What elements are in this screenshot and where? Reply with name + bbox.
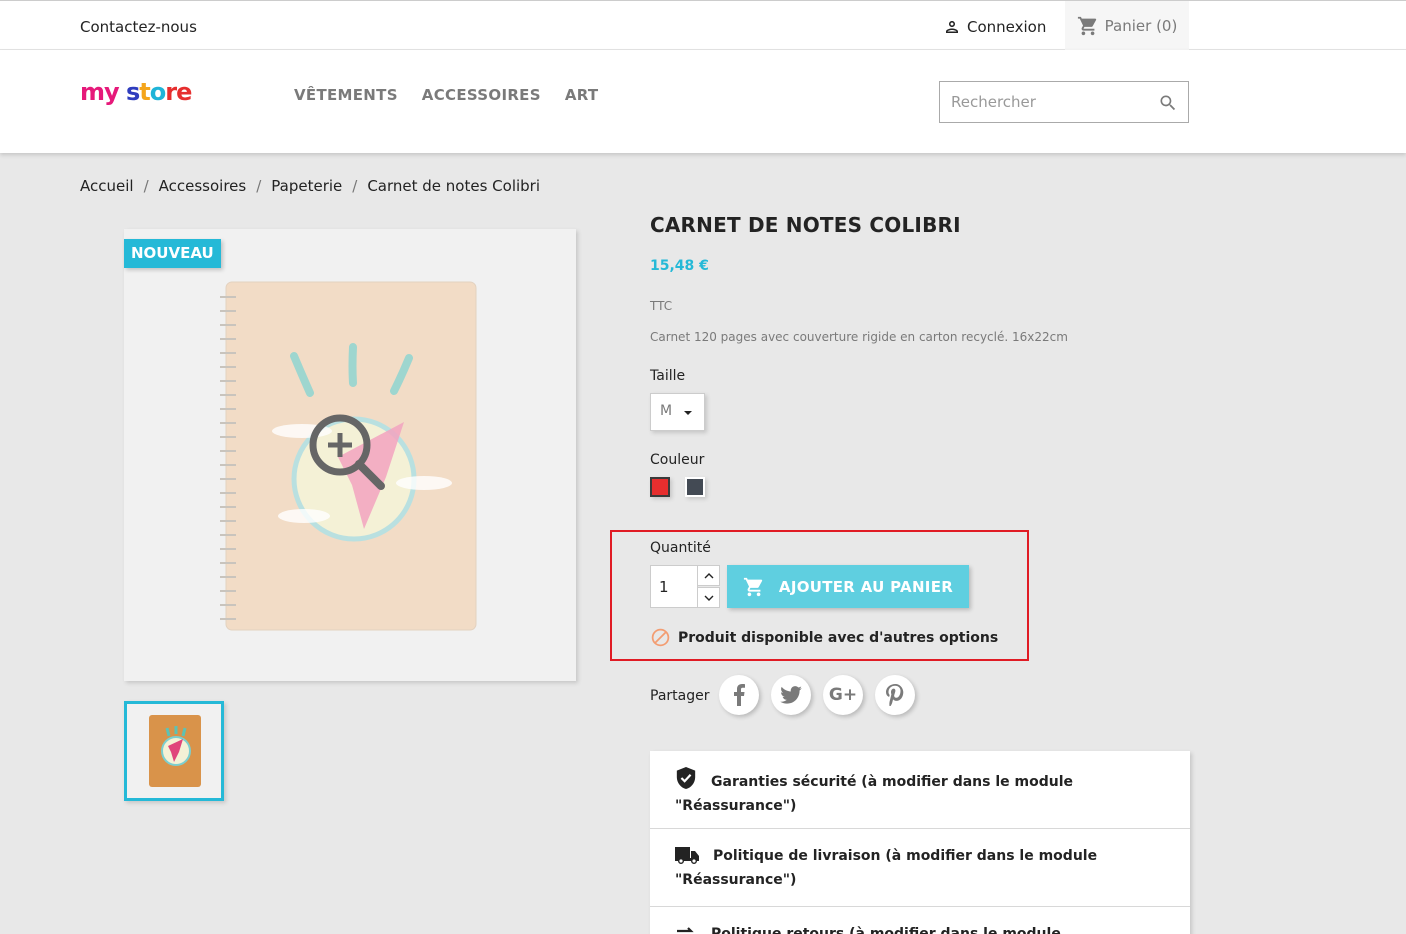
search-box bbox=[939, 81, 1189, 123]
reassurance-item: Politique de livraison (à modifier dans … bbox=[650, 829, 1190, 907]
reassurance-item: Politique retours (à modifier dans le mo… bbox=[650, 907, 1190, 934]
cart-button[interactable]: Panier (0) bbox=[1065, 1, 1189, 50]
breadcrumb-item-current: Carnet de notes Colibri bbox=[367, 177, 541, 195]
color-swatch-red[interactable] bbox=[650, 477, 670, 497]
facebook-icon bbox=[734, 684, 745, 706]
reassurance-text: Politique retours (à modifier dans le mo… bbox=[711, 926, 1061, 934]
product-title: CARNET DE NOTES COLIBRI bbox=[650, 213, 961, 237]
nav-item-vetements[interactable]: VÊTEMENTS bbox=[294, 86, 398, 104]
product-thumbnail[interactable] bbox=[124, 701, 224, 801]
logo-part: s bbox=[118, 78, 140, 106]
logo-part: re bbox=[165, 78, 192, 106]
user-icon bbox=[946, 21, 958, 33]
thumbnail-image bbox=[149, 715, 201, 787]
login-link[interactable]: Connexion bbox=[943, 16, 1046, 38]
cart-icon bbox=[1077, 16, 1096, 35]
chevron-down-icon bbox=[704, 595, 713, 601]
login-label: Connexion bbox=[967, 18, 1047, 36]
color-swatch-dark-grey[interactable] bbox=[685, 477, 705, 497]
new-badge: NOUVEAU bbox=[124, 239, 221, 268]
size-label: Taille bbox=[650, 368, 686, 384]
breadcrumb-separator: / bbox=[256, 177, 262, 195]
breadcrumb-separator: / bbox=[143, 177, 149, 195]
chevron-up-icon bbox=[704, 572, 713, 578]
notebook-illustration bbox=[220, 281, 477, 631]
size-select[interactable]: M bbox=[650, 393, 705, 431]
reassurance-text: "Réassurance") bbox=[675, 872, 797, 888]
product-description: Carnet 120 pages avec couverture rigide … bbox=[650, 330, 1068, 344]
add-to-cart-button[interactable]: AJOUTER AU PANIER bbox=[727, 565, 969, 608]
product-price: 15,48 € bbox=[650, 258, 709, 274]
reassurance-block: Garanties sécurité (à modifier dans le m… bbox=[650, 751, 1190, 934]
pinterest-icon bbox=[886, 684, 904, 706]
logo-part: o bbox=[149, 78, 166, 106]
twitter-share-button[interactable] bbox=[771, 675, 811, 715]
google-plus-share-button[interactable]: G+ bbox=[823, 675, 863, 715]
chevron-down-icon bbox=[684, 411, 692, 415]
nav-item-art[interactable]: ART bbox=[565, 86, 599, 104]
add-to-cart-label: AJOUTER AU PANIER bbox=[778, 577, 954, 596]
quantity-input[interactable]: 1 bbox=[650, 565, 698, 608]
breadcrumb-item[interactable]: Accessoires bbox=[159, 177, 247, 195]
breadcrumb-item[interactable]: Papeterie bbox=[271, 177, 342, 195]
logo-part: my bbox=[80, 78, 120, 106]
search-input[interactable] bbox=[940, 82, 1150, 122]
reassurance-text: Garanties sécurité (à modifier dans le m… bbox=[711, 774, 1074, 790]
quantity-decrement-button[interactable] bbox=[697, 587, 720, 608]
share-label: Partager bbox=[650, 688, 710, 704]
reassurance-text: "Réassurance") bbox=[675, 798, 797, 814]
main-nav: VÊTEMENTS ACCESSOIRES ART bbox=[294, 86, 598, 104]
quantity-increment-button[interactable] bbox=[697, 565, 720, 586]
size-select-value: M bbox=[660, 403, 673, 419]
cart-label: Panier (0) bbox=[1104, 16, 1178, 35]
nav-item-accessoires[interactable]: ACCESSOIRES bbox=[422, 86, 541, 104]
cart-icon bbox=[743, 577, 763, 596]
search-icon[interactable] bbox=[1158, 93, 1178, 113]
tax-label: TTC bbox=[650, 299, 673, 313]
google-plus-icon: G+ bbox=[828, 685, 858, 705]
reassurance-item: Garanties sécurité (à modifier dans le m… bbox=[650, 751, 1190, 829]
pinterest-share-button[interactable] bbox=[875, 675, 915, 715]
block-icon bbox=[651, 628, 670, 647]
top-bar: Contactez-nous Connexion Panier (0) bbox=[0, 0, 1406, 50]
color-label: Couleur bbox=[650, 452, 705, 468]
arrows-icon bbox=[677, 927, 694, 933]
shield-check-icon bbox=[676, 767, 696, 789]
availability-message: Produit disponible avec d'autres options bbox=[650, 627, 998, 648]
facebook-share-button[interactable] bbox=[719, 675, 759, 715]
twitter-icon bbox=[780, 686, 802, 704]
quantity-label: Quantité bbox=[650, 540, 711, 556]
logo-part: t bbox=[139, 78, 151, 106]
contact-link[interactable]: Contactez-nous bbox=[80, 18, 197, 36]
store-logo[interactable]: my store bbox=[80, 78, 192, 106]
truck-icon bbox=[675, 847, 699, 864]
main-header: my store VÊTEMENTS ACCESSOIRES ART bbox=[0, 50, 1406, 153]
breadcrumb-separator: / bbox=[352, 177, 358, 195]
reassurance-text: Politique de livraison (à modifier dans … bbox=[713, 848, 1098, 864]
availability-text: Produit disponible avec d'autres options bbox=[678, 629, 999, 646]
breadcrumb-item[interactable]: Accueil bbox=[80, 177, 134, 195]
breadcrumb: Accueil / Accessoires / Papeterie / Carn… bbox=[80, 177, 540, 195]
product-cover-image[interactable] bbox=[124, 229, 576, 681]
